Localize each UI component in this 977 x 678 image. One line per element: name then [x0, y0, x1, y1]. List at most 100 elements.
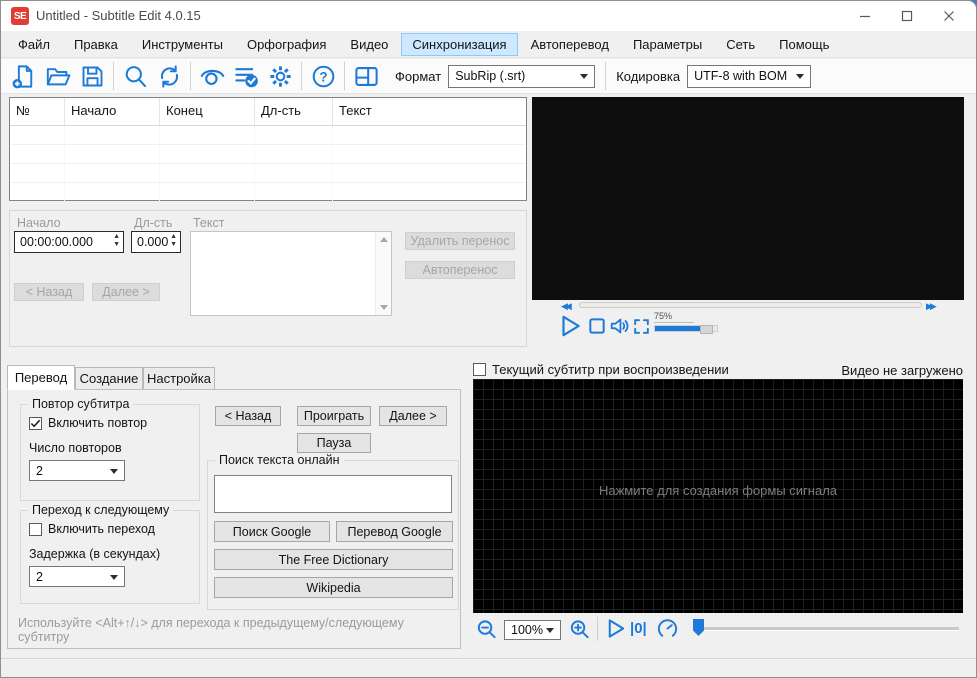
layout-button[interactable]	[349, 61, 383, 91]
menu-options[interactable]: Параметры	[622, 33, 713, 56]
subtitle-list[interactable]: № Начало Конец Дл-сть Текст	[9, 97, 527, 202]
menu-video[interactable]: Видео	[339, 33, 399, 56]
delay-combo[interactable]: 2	[29, 566, 125, 587]
spinner-arrows-icon[interactable]: ▲ ▼	[113, 233, 120, 249]
column-start[interactable]: Начало	[65, 98, 160, 125]
spinner-arrows-icon[interactable]: ▲ ▼	[170, 233, 177, 249]
replace-button[interactable]	[152, 61, 186, 91]
current-subtitle-checkbox[interactable]	[473, 363, 486, 376]
column-text[interactable]: Текст	[333, 98, 526, 125]
toolbar-separator	[344, 62, 345, 90]
waveform-zoom-out-button[interactable]	[475, 618, 498, 641]
translate-back-button[interactable]: < Назад	[215, 406, 281, 426]
open-file-button[interactable]	[41, 61, 75, 91]
layout-icon	[354, 66, 378, 86]
next-subtitle-button[interactable]: Далее >	[92, 283, 160, 301]
chevron-down-icon	[580, 74, 589, 79]
menu-file[interactable]: Файл	[7, 33, 61, 56]
translate-next-button[interactable]: Далее >	[379, 406, 447, 426]
menu-network[interactable]: Сеть	[715, 33, 766, 56]
scroll-down-icon[interactable]	[380, 305, 388, 310]
resize-grip[interactable]	[970, 671, 972, 673]
tab-adjust[interactable]: Настройка	[143, 367, 215, 390]
menu-tools[interactable]: Инструменты	[131, 33, 234, 56]
encoding-label: Кодировка	[616, 68, 681, 84]
toolbar-separator	[301, 62, 302, 90]
translate-play-button[interactable]: Проиграть	[297, 406, 371, 426]
video-seek-bar[interactable]	[579, 302, 922, 308]
auto-break-button[interactable]: Автоперенос	[405, 261, 515, 279]
google-translate-button[interactable]: Перевод Google	[336, 521, 453, 542]
previous-subtitle-button[interactable]: < Назад	[14, 283, 84, 301]
repeat-count-combo[interactable]: 2	[29, 460, 125, 481]
video-mute-button[interactable]	[609, 315, 631, 337]
google-search-button[interactable]: Поиск Google	[214, 521, 330, 542]
menu-edit[interactable]: Правка	[63, 33, 129, 56]
seek-back-icon[interactable]: ◀◀	[561, 301, 572, 312]
enable-repeat-checkbox[interactable]	[29, 416, 42, 430]
video-fullscreen-button[interactable]	[632, 317, 651, 336]
scroll-up-icon[interactable]	[380, 237, 388, 242]
free-dictionary-button[interactable]: The Free Dictionary	[214, 549, 453, 570]
subtitle-edit-panel: Начало 00:00:00.000 ▲ ▼ Дл-сть 0.000 ▲ ▼ Т…	[9, 210, 527, 347]
menu-help[interactable]: Помощь	[768, 33, 840, 56]
column-end[interactable]: Конец	[160, 98, 255, 125]
new-file-button[interactable]	[7, 61, 41, 91]
tab-create[interactable]: Создание	[75, 367, 143, 390]
textarea-scrollbar[interactable]	[375, 232, 391, 315]
waveform-zoom-combo[interactable]: 100%	[504, 620, 561, 640]
video-stop-button[interactable]	[587, 316, 607, 336]
volume-fill	[655, 326, 701, 331]
play-icon	[608, 619, 625, 638]
start-time-spinner[interactable]: 00:00:00.000 ▲ ▼	[14, 231, 124, 253]
encoding-combo[interactable]: UTF-8 with BOM	[687, 64, 812, 88]
wikipedia-button[interactable]: Wikipedia	[214, 577, 453, 598]
play-icon	[562, 315, 580, 337]
menu-autotranslate[interactable]: Автоперевод	[520, 33, 620, 56]
column-number[interactable]: №	[10, 98, 65, 125]
find-button[interactable]	[118, 61, 152, 91]
help-button[interactable]: ?	[306, 61, 340, 91]
delay-label: Задержка (в секундах)	[29, 547, 161, 561]
seek-forward-icon[interactable]: ▶▶	[926, 301, 937, 312]
go-to-zero-button[interactable]: |0|	[630, 620, 647, 637]
spell-check-icon	[234, 67, 258, 87]
zoom-in-icon	[570, 620, 589, 639]
waveform-zoom-value: 100%	[511, 623, 543, 637]
waveform-display[interactable]: Нажмите для создания формы сигнала	[473, 379, 963, 613]
subtitle-text-area[interactable]	[190, 231, 392, 316]
video-status-label: Видео не загружено	[841, 363, 963, 378]
slider-thumb[interactable]	[693, 619, 704, 636]
search-input[interactable]	[214, 475, 452, 513]
remove-line-break-button[interactable]: Удалить перенос	[405, 232, 515, 250]
settings-button[interactable]	[263, 61, 297, 91]
waveform-position-slider[interactable]	[696, 627, 959, 631]
menu-spellcheck[interactable]: Орфография	[236, 33, 337, 56]
playback-speed-button[interactable]	[656, 617, 679, 640]
maximize-button[interactable]	[886, 1, 928, 31]
duration-spinner[interactable]: 0.000 ▲ ▼	[131, 231, 181, 253]
pause-button[interactable]: Пауза	[297, 433, 371, 453]
waveform-zoom-in-button[interactable]	[568, 618, 591, 641]
waveform-panel: Текущий субтитр при воспроизведении Виде…	[467, 357, 968, 657]
translate-panel: Перевод Создание Настройка Повтор субтит…	[5, 361, 463, 657]
repeat-group-title: Повтор субтитра	[28, 397, 134, 411]
menu-synchronization[interactable]: Синхронизация	[401, 32, 518, 56]
tab-translate[interactable]: Перевод	[7, 365, 75, 390]
format-combo[interactable]: SubRip (.srt)	[448, 64, 596, 88]
video-play-button[interactable]	[557, 313, 583, 339]
spell-check-button[interactable]	[229, 61, 263, 91]
video-display[interactable]	[532, 97, 964, 300]
column-duration[interactable]: Дл-сть	[255, 98, 333, 125]
waveform-play-button[interactable]	[604, 617, 627, 640]
save-button[interactable]	[75, 61, 109, 91]
volume-slider[interactable]	[654, 325, 718, 334]
save-icon	[82, 66, 102, 86]
minimize-button[interactable]	[844, 1, 886, 31]
toolbar-separator	[190, 62, 191, 90]
enable-advance-checkbox[interactable]	[29, 522, 42, 536]
close-button[interactable]	[928, 1, 970, 31]
visual-sync-button[interactable]	[195, 61, 229, 91]
volume-thumb[interactable]	[700, 325, 713, 334]
current-subtitle-label: Текущий субтитр при воспроизведении	[492, 362, 729, 377]
